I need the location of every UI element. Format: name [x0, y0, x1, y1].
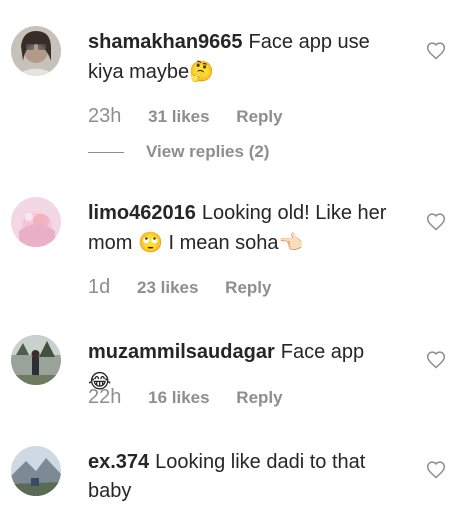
comment-meta: 22h 16 likes Reply: [88, 386, 305, 409]
reply-button[interactable]: Reply: [236, 107, 282, 126]
comment-likes[interactable]: 31 likes: [148, 107, 209, 126]
view-replies-label: View replies (2): [146, 142, 270, 161]
heart-outline-icon[interactable]: [426, 212, 446, 232]
comment-timestamp: 22h: [88, 386, 122, 408]
comment-timestamp: 23h: [88, 105, 122, 127]
comment-username[interactable]: ex.374: [88, 451, 149, 473]
comment-likes[interactable]: 16 likes: [148, 388, 209, 407]
view-replies-button[interactable]: View replies (2): [88, 142, 269, 162]
comment-timestamp: 1d: [88, 276, 111, 298]
reply-button[interactable]: Reply: [225, 278, 271, 297]
avatar[interactable]: [11, 335, 61, 385]
comment-meta: 23h 31 likes Reply: [88, 105, 305, 128]
heart-outline-icon[interactable]: [426, 350, 446, 370]
pointing-left-emoji: 👈🏻: [278, 230, 304, 254]
heart-outline-icon[interactable]: [426, 41, 446, 61]
eye-roll-emoji: 🙄: [138, 230, 163, 254]
thinking-face-emoji: 🤔: [189, 59, 215, 83]
avatar[interactable]: [11, 446, 61, 496]
replies-divider-line: [88, 152, 124, 154]
heart-outline-icon[interactable]: [426, 460, 446, 480]
comment-username[interactable]: muzammilsaudagar: [88, 341, 275, 363]
comment-username[interactable]: limo462016: [88, 202, 196, 224]
comment-username[interactable]: shamakhan9665: [88, 31, 243, 53]
comment-meta: 1d 23 likes Reply: [88, 276, 293, 299]
comment-likes[interactable]: 23 likes: [137, 278, 198, 297]
comment-text: shamakhan9665 Face app use kiya maybe🤔: [88, 28, 388, 87]
comment-body: I mean soha: [168, 232, 279, 254]
avatar[interactable]: [11, 197, 61, 247]
comment-body: Face app: [280, 341, 365, 363]
avatar[interactable]: [11, 26, 61, 76]
comment-text: ex.374 Looking like dadi to that baby: [88, 448, 388, 506]
comment-text: limo462016 Looking old! Like her mom 🙄 I …: [88, 199, 388, 258]
reply-button[interactable]: Reply: [236, 388, 282, 407]
